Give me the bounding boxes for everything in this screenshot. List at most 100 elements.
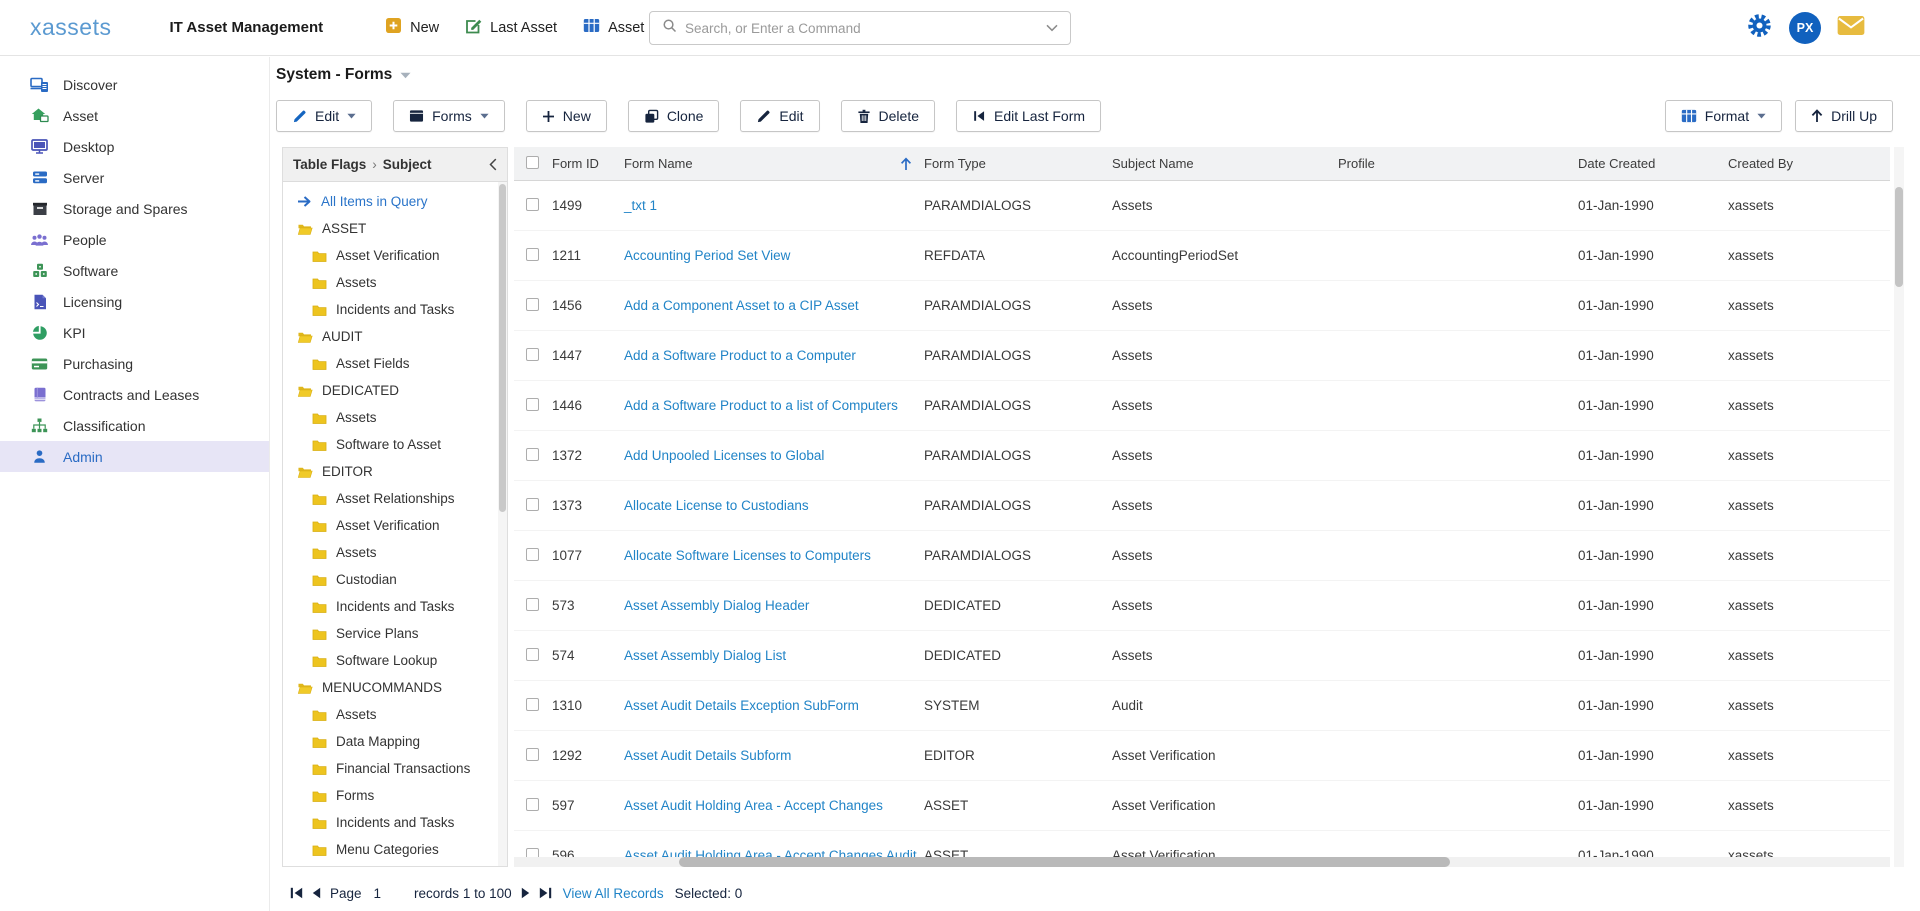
next-page-icon[interactable] (521, 887, 530, 899)
sidebar-item-classification[interactable]: Classification (0, 410, 269, 441)
tree-item-incidents-and-tasks[interactable]: Incidents and Tasks (283, 296, 507, 323)
tree-item-assets[interactable]: Assets (283, 404, 507, 431)
quick-action-new[interactable]: New (385, 17, 439, 38)
column-header-form-type[interactable]: Form Type (920, 156, 1108, 171)
edit-button[interactable]: Edit (740, 100, 819, 132)
global-search[interactable] (649, 11, 1071, 45)
tree-item-menu-categories[interactable]: Menu Categories (283, 836, 507, 863)
vertical-scrollbar-thumb[interactable] (1895, 187, 1903, 287)
edit-last-form-button[interactable]: Edit Last Form (956, 100, 1101, 132)
search-dropdown-chevron-icon[interactable] (1046, 19, 1058, 37)
tree-item-incidents-and-tasks[interactable]: Incidents and Tasks (283, 593, 507, 620)
row-checkbox[interactable] (526, 698, 539, 711)
cell-form-name[interactable]: _txt 1 (620, 198, 920, 213)
sidebar-item-desktop[interactable]: Desktop (0, 131, 269, 162)
sidebar-item-licensing[interactable]: Licensing (0, 286, 269, 317)
horizontal-scrollbar[interactable] (514, 857, 1890, 867)
sidebar-item-admin[interactable]: Admin (0, 441, 269, 472)
last-page-icon[interactable] (539, 887, 552, 899)
tree-item-software-to-asset[interactable]: Software to Asset (283, 431, 507, 458)
cell-form-name[interactable]: Add a Component Asset to a CIP Asset (620, 298, 920, 313)
column-header-form-name[interactable]: Form Name (620, 156, 920, 171)
tree-item-asset-verification[interactable]: Asset Verification (283, 512, 507, 539)
row-checkbox[interactable] (526, 598, 539, 611)
tree-item-asset-fields[interactable]: Asset Fields (283, 350, 507, 377)
sidebar-item-discover[interactable]: Discover (0, 69, 269, 100)
view-all-records-link[interactable]: View All Records (563, 886, 664, 901)
search-input[interactable] (685, 21, 1038, 36)
envelope-icon[interactable] (1837, 15, 1865, 41)
cell-form-name[interactable]: Allocate Software Licenses to Computers (620, 548, 920, 563)
cell-form-name[interactable]: Asset Assembly Dialog Header (620, 598, 920, 613)
sidebar-item-asset[interactable]: Asset (0, 100, 269, 131)
cell-form-name[interactable]: Asset Audit Holding Area - Accept Change… (620, 798, 920, 813)
edit-button[interactable]: Edit (276, 100, 372, 132)
new-button[interactable]: New (526, 100, 607, 132)
title-caret-down-icon[interactable] (400, 66, 411, 84)
tree-item-assets[interactable]: Assets (283, 539, 507, 566)
tree-scrollbar[interactable] (498, 182, 507, 866)
tree-item-assets[interactable]: Assets (283, 701, 507, 728)
prev-page-icon[interactable] (312, 887, 321, 899)
sidebar-item-kpi[interactable]: KPI (0, 317, 269, 348)
tree-item-menucommands[interactable]: MENUCOMMANDS (283, 674, 507, 701)
tree-item-financial-transactions[interactable]: Financial Transactions (283, 755, 507, 782)
select-all-checkbox[interactable] (526, 156, 539, 169)
column-header-date-created[interactable]: Date Created (1574, 156, 1724, 171)
row-checkbox[interactable] (526, 198, 539, 211)
tree-item-asset-verification[interactable]: Asset Verification (283, 242, 507, 269)
tree-item-asset-relationships[interactable]: Asset Relationships (283, 485, 507, 512)
tree-item-software-lookup[interactable]: Software Lookup (283, 647, 507, 674)
row-checkbox[interactable] (526, 798, 539, 811)
column-header-subject-name[interactable]: Subject Name (1108, 156, 1334, 171)
tree-item-all-items-in-query[interactable]: All Items in Query (283, 188, 507, 215)
tree-item-custodian[interactable]: Custodian (283, 566, 507, 593)
row-checkbox[interactable] (526, 498, 539, 511)
row-checkbox[interactable] (526, 298, 539, 311)
gear-icon[interactable] (1746, 12, 1773, 44)
first-page-icon[interactable] (290, 887, 303, 899)
row-checkbox[interactable] (526, 348, 539, 361)
tree-item-audit[interactable]: AUDIT (283, 323, 507, 350)
tree-item-editor[interactable]: EDITOR (283, 458, 507, 485)
tree-item-assets[interactable]: Assets (283, 269, 507, 296)
tree-item-asset[interactable]: ASSET (283, 215, 507, 242)
column-header-created-by[interactable]: Created By (1724, 156, 1890, 171)
row-checkbox[interactable] (526, 398, 539, 411)
cell-form-name[interactable]: Add Unpooled Licenses to Global (620, 448, 920, 463)
drill-up-button[interactable]: Drill Up (1795, 100, 1893, 132)
tree-item-service-plans[interactable]: Service Plans (283, 620, 507, 647)
row-checkbox[interactable] (526, 648, 539, 661)
tree-item-incidents-and-tasks[interactable]: Incidents and Tasks (283, 809, 507, 836)
forms-button[interactable]: Forms (393, 100, 505, 132)
cell-form-name[interactable]: Add a Software Product to a Computer (620, 348, 920, 363)
format-button[interactable]: Format (1665, 100, 1782, 132)
vertical-scrollbar[interactable] (1894, 147, 1904, 867)
sidebar-item-storage-and-spares[interactable]: Storage and Spares (0, 193, 269, 224)
quick-action-last-asset[interactable]: Last Asset (465, 18, 557, 38)
delete-button[interactable]: Delete (841, 100, 935, 132)
row-checkbox[interactable] (526, 548, 539, 561)
cell-form-name[interactable]: Asset Audit Details Exception SubForm (620, 698, 920, 713)
breadcrumb-current[interactable]: Subject (383, 157, 432, 172)
row-checkbox[interactable] (526, 448, 539, 461)
tree-item-dedicated[interactable]: DEDICATED (283, 377, 507, 404)
tree-item-forms[interactable]: Forms (283, 782, 507, 809)
sidebar-item-server[interactable]: Server (0, 162, 269, 193)
row-checkbox[interactable] (526, 748, 539, 761)
cell-form-name[interactable]: Asset Audit Details Subform (620, 748, 920, 763)
clone-button[interactable]: Clone (628, 100, 720, 132)
cell-form-name[interactable]: Asset Audit Holding Area - Accept Change… (620, 848, 920, 857)
sidebar-item-purchasing[interactable]: Purchasing (0, 348, 269, 379)
sort-ascending-icon[interactable] (900, 157, 912, 171)
cell-form-name[interactable]: Accounting Period Set View (620, 248, 920, 263)
breadcrumb-parent[interactable]: Table Flags (293, 157, 366, 172)
row-checkbox[interactable] (526, 848, 539, 858)
avatar[interactable]: PX (1789, 12, 1821, 44)
sidebar-item-contracts-and-leases[interactable]: Contracts and Leases (0, 379, 269, 410)
sidebar-item-people[interactable]: People (0, 224, 269, 255)
column-header-form-id[interactable]: Form ID (548, 156, 620, 171)
column-header-profile[interactable]: Profile (1334, 156, 1574, 171)
cell-form-name[interactable]: Add a Software Product to a list of Comp… (620, 398, 920, 413)
sidebar-item-software[interactable]: Software (0, 255, 269, 286)
